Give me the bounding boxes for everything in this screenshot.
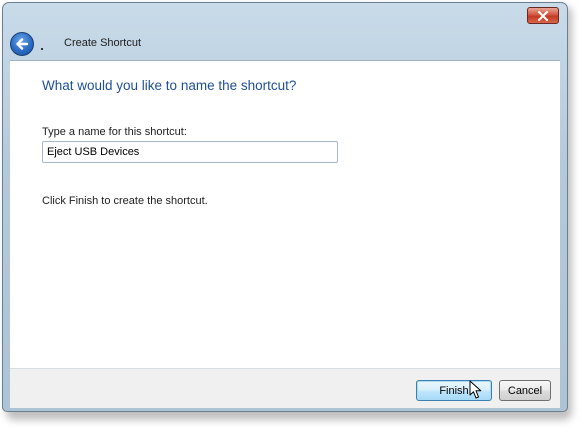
back-arrow-icon [16, 38, 29, 50]
close-button[interactable] [527, 7, 559, 24]
title-bar[interactable] [3, 3, 567, 31]
create-shortcut-window: Create Shortcut What would you like to n… [2, 2, 568, 412]
wizard-content: What would you like to name the shortcut… [10, 60, 560, 368]
finish-hint: Click Finish to create the shortcut. [42, 195, 208, 207]
back-button[interactable] [10, 32, 34, 56]
close-icon [538, 10, 548, 21]
separator-dot [41, 48, 43, 50]
mouse-pointer-icon [469, 380, 482, 399]
screenshot-stage: Create Shortcut What would you like to n… [0, 0, 580, 427]
shortcut-name-input[interactable] [42, 141, 338, 163]
page-heading: What would you like to name the shortcut… [42, 78, 297, 93]
shortcut-name-label: Type a name for this shortcut: [42, 126, 187, 138]
cancel-button[interactable]: Cancel [499, 380, 551, 401]
wizard-title: Create Shortcut [64, 37, 142, 49]
